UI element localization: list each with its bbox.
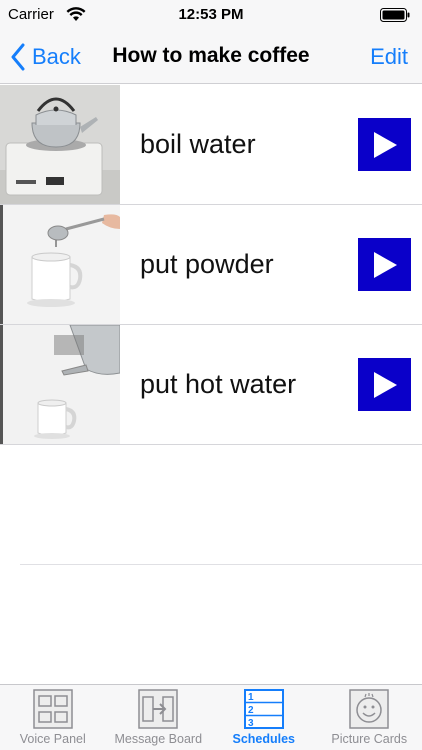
empty-row-divider <box>20 564 422 565</box>
back-button[interactable]: Back <box>10 41 81 73</box>
grid-icon <box>33 689 73 729</box>
status-time: 12:53 PM <box>178 6 244 23</box>
tab-label: Picture Cards <box>331 732 408 746</box>
svg-text:3: 3 <box>248 718 254 729</box>
step-label: put hot water <box>140 369 297 399</box>
chevron-left-icon <box>11 43 25 71</box>
status-bar: Carrier 12:53 PM <box>0 0 422 30</box>
play-button[interactable] <box>358 238 411 291</box>
step-photo <box>0 205 120 324</box>
tab-label: Message Board <box>114 732 203 746</box>
tab-label: Voice Panel <box>19 732 86 746</box>
tab-label: Schedules <box>232 732 296 746</box>
svg-text:2: 2 <box>248 705 254 716</box>
board-arrow-icon <box>138 689 178 729</box>
list-item[interactable]: put hot water <box>0 325 422 445</box>
step-label: put powder <box>140 249 274 279</box>
kettle-pouring-into-cup-icon <box>0 325 120 444</box>
step-photo <box>0 85 120 204</box>
spoon-over-cup-icon <box>0 205 120 324</box>
tab-message-board[interactable]: Message Board <box>106 685 212 750</box>
play-button[interactable] <box>358 358 411 411</box>
list-item[interactable]: put powder <box>0 205 422 325</box>
play-icon <box>373 371 397 398</box>
nav-bar: Back How to make coffee Edit <box>0 30 422 84</box>
play-icon <box>373 131 397 158</box>
tab-voice-panel[interactable]: Voice Panel <box>0 685 106 750</box>
list-item[interactable]: boil water <box>0 85 422 205</box>
smiley-card-icon <box>349 689 389 729</box>
step-photo <box>0 325 120 444</box>
tab-bar: Voice Panel Message Board 1 2 3 Schedule… <box>0 684 422 750</box>
step-label: boil water <box>140 129 256 159</box>
numbered-list-icon: 1 2 3 <box>243 689 284 729</box>
play-icon <box>373 251 397 278</box>
play-button[interactable] <box>358 118 411 171</box>
edit-button[interactable]: Edit <box>370 44 408 70</box>
back-label: Back <box>32 44 81 69</box>
schedule-list: boil water put powder put hot water <box>0 85 422 445</box>
tab-schedules[interactable]: 1 2 3 Schedules <box>211 685 317 750</box>
svg-text:1: 1 <box>248 692 254 703</box>
tab-picture-cards[interactable]: Picture Cards <box>317 685 422 750</box>
kettle-on-stove-icon <box>0 85 120 204</box>
battery-icon <box>380 8 410 22</box>
